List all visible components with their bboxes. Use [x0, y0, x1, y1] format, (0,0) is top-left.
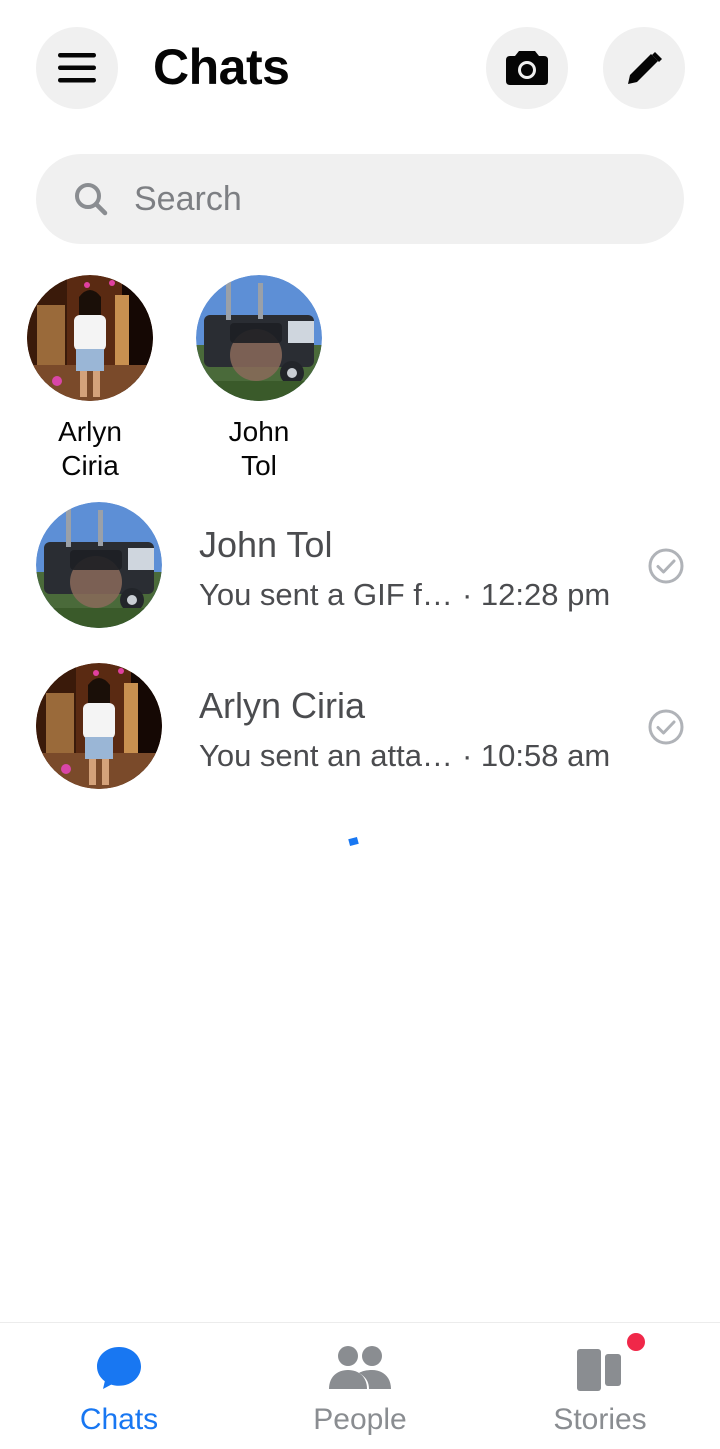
- people-icon: [329, 1346, 391, 1389]
- search-bar[interactable]: [36, 154, 684, 244]
- active-contact-name: John Tol: [194, 415, 324, 483]
- first-name: Arlyn: [58, 416, 122, 447]
- avatar: [27, 275, 153, 401]
- active-contact-john[interactable]: John Tol: [194, 275, 324, 483]
- compose-button[interactable]: [603, 27, 685, 109]
- chat-timestamp: · 10:58 am: [462, 738, 611, 773]
- search-icon: [72, 180, 110, 218]
- top-bar: Chats: [0, 0, 720, 140]
- tab-stories[interactable]: Stories: [500, 1323, 700, 1449]
- chat-bubble-icon: [97, 1347, 141, 1389]
- tab-label: Chats: [79, 1403, 159, 1436]
- hamburger-icon: [58, 53, 96, 83]
- chat-row-arlyn-ciria[interactable]: Arlyn Ciria You sent an atta… · 10:58 am: [0, 663, 720, 813]
- active-contact-name: Arlyn Ciria: [25, 415, 155, 483]
- last-name: Ciria: [61, 450, 119, 481]
- avatar: [196, 275, 322, 401]
- check-circle-icon: [648, 709, 684, 745]
- chat-preview: You sent a GIF f…: [199, 577, 449, 612]
- avatar: [36, 663, 162, 789]
- active-contacts-row: Arlyn Ciria John Tol: [0, 275, 720, 485]
- active-contact-arlyn[interactable]: Arlyn Ciria: [25, 275, 155, 483]
- notification-dot: [627, 1333, 645, 1351]
- camera-button[interactable]: [486, 27, 568, 109]
- page-title: Chats: [153, 39, 290, 95]
- chat-name: John Tol: [199, 524, 333, 565]
- last-name: Tol: [241, 450, 277, 481]
- first-name: John: [228, 416, 290, 447]
- camera-icon: [506, 51, 548, 85]
- tab-chats[interactable]: Chats: [19, 1323, 219, 1449]
- chat-row-john-tol[interactable]: John Tol You sent a GIF f… · 12:28 pm: [0, 502, 720, 652]
- chat-preview: You sent an atta…: [199, 738, 449, 773]
- chat-timestamp: · 12:28 pm: [462, 577, 611, 612]
- pencil-icon: [628, 52, 662, 84]
- chat-name: Arlyn Ciria: [199, 685, 366, 726]
- check-circle-icon: [648, 548, 684, 584]
- tab-people[interactable]: People: [260, 1323, 460, 1449]
- bottom-nav: Chats People Stories: [0, 1322, 720, 1449]
- loading-spinner: [348, 836, 359, 847]
- menu-button[interactable]: [36, 27, 118, 109]
- stories-icon: [577, 1349, 621, 1391]
- search-input[interactable]: [134, 179, 634, 219]
- avatar: [36, 502, 162, 628]
- tab-label: Stories: [553, 1403, 647, 1436]
- tab-label: People: [313, 1403, 407, 1436]
